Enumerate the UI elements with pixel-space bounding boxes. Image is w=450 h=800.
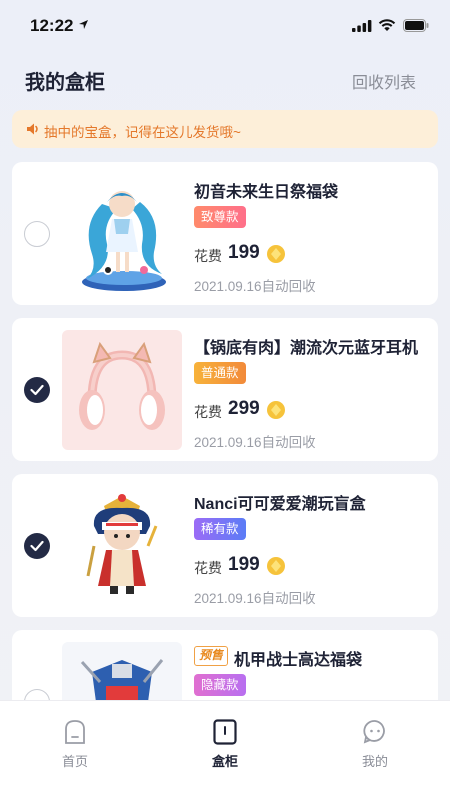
speaker-icon [27,123,38,135]
tab-cabinet-label: 盒柜 [211,754,238,769]
recycle-list-link[interactable]: 回收列表 [352,69,416,93]
select-checkbox[interactable] [24,221,50,247]
notice-banner: 抽中的宝盒，记得在这儿发货哦~ [12,110,438,148]
item-image-figure [62,174,182,294]
tab-mine-label: 我的 [361,754,388,769]
rarity-tag: 致尊款 [194,206,246,228]
price-value: 199 [228,554,260,575]
item-name: 【锅底有肉】潮流次元蓝牙耳机 [194,340,419,357]
tab-home-label: 首页 [61,754,88,769]
wifi-icon [378,19,396,31]
coin-icon [267,557,285,575]
item-name: 机甲战士高达福袋 [234,652,363,669]
tab-cabinet[interactable]: 盒柜 [195,719,255,775]
cabinet-item-card[interactable]: 初音未来生日祭福袋 致尊款 花费 199 2021.09.16自动回收 [12,162,438,305]
coin-icon [267,401,285,419]
location-arrow-icon [79,20,88,29]
price-value: 199 [228,242,260,263]
item-image-blindbox-figure [62,486,182,606]
tab-mine[interactable]: 我的 [345,719,405,775]
rarity-tag: 隐藏款 [194,674,246,696]
checkmark-icon [30,384,44,396]
home-box-icon [65,720,85,744]
item-image-headphones [62,330,182,450]
tab-home[interactable]: 首页 [45,719,105,775]
price-label: 花费 [194,560,222,576]
bottom-tab-bar: 首页 盒柜 我的 [0,700,450,800]
price-label: 花费 [194,248,222,264]
checkmark-icon [30,540,44,552]
status-time: 12:22 [30,16,74,35]
cabinet-icon [213,719,237,745]
cellular-signal-icon [352,20,372,32]
recycle-date: 2021.09.16自动回收 [194,279,316,294]
item-name: 初音未来生日祭福袋 [194,184,339,201]
notice-text: 抽中的宝盒，记得在这儿发货哦~ [44,125,241,140]
coin-icon [267,245,285,263]
select-checkbox-checked[interactable] [24,377,50,403]
presale-badge: 预售 [194,646,229,666]
battery-icon [403,19,429,32]
page-title: 我的盒柜 [25,72,105,94]
rarity-tag: 稀有款 [194,518,246,540]
rarity-tag: 普通款 [194,362,246,384]
select-checkbox-checked[interactable] [24,533,50,559]
profile-face-icon [363,720,385,744]
price-value: 299 [228,398,260,419]
price-label: 花费 [194,404,222,420]
recycle-date: 2021.09.16自动回收 [194,591,316,606]
cabinet-item-card[interactable]: Nanci可可爱爱潮玩盲盒 稀有款 花费 199 2021.09.16自动回收 [12,474,438,617]
recycle-date: 2021.09.16自动回收 [194,435,316,450]
status-bar: 12:22 [0,0,450,50]
item-name: Nanci可可爱爱潮玩盲盒 [194,496,366,513]
cabinet-item-card[interactable]: 【锅底有肉】潮流次元蓝牙耳机 普通款 花费 299 2021.09.16自动回收 [12,318,438,461]
